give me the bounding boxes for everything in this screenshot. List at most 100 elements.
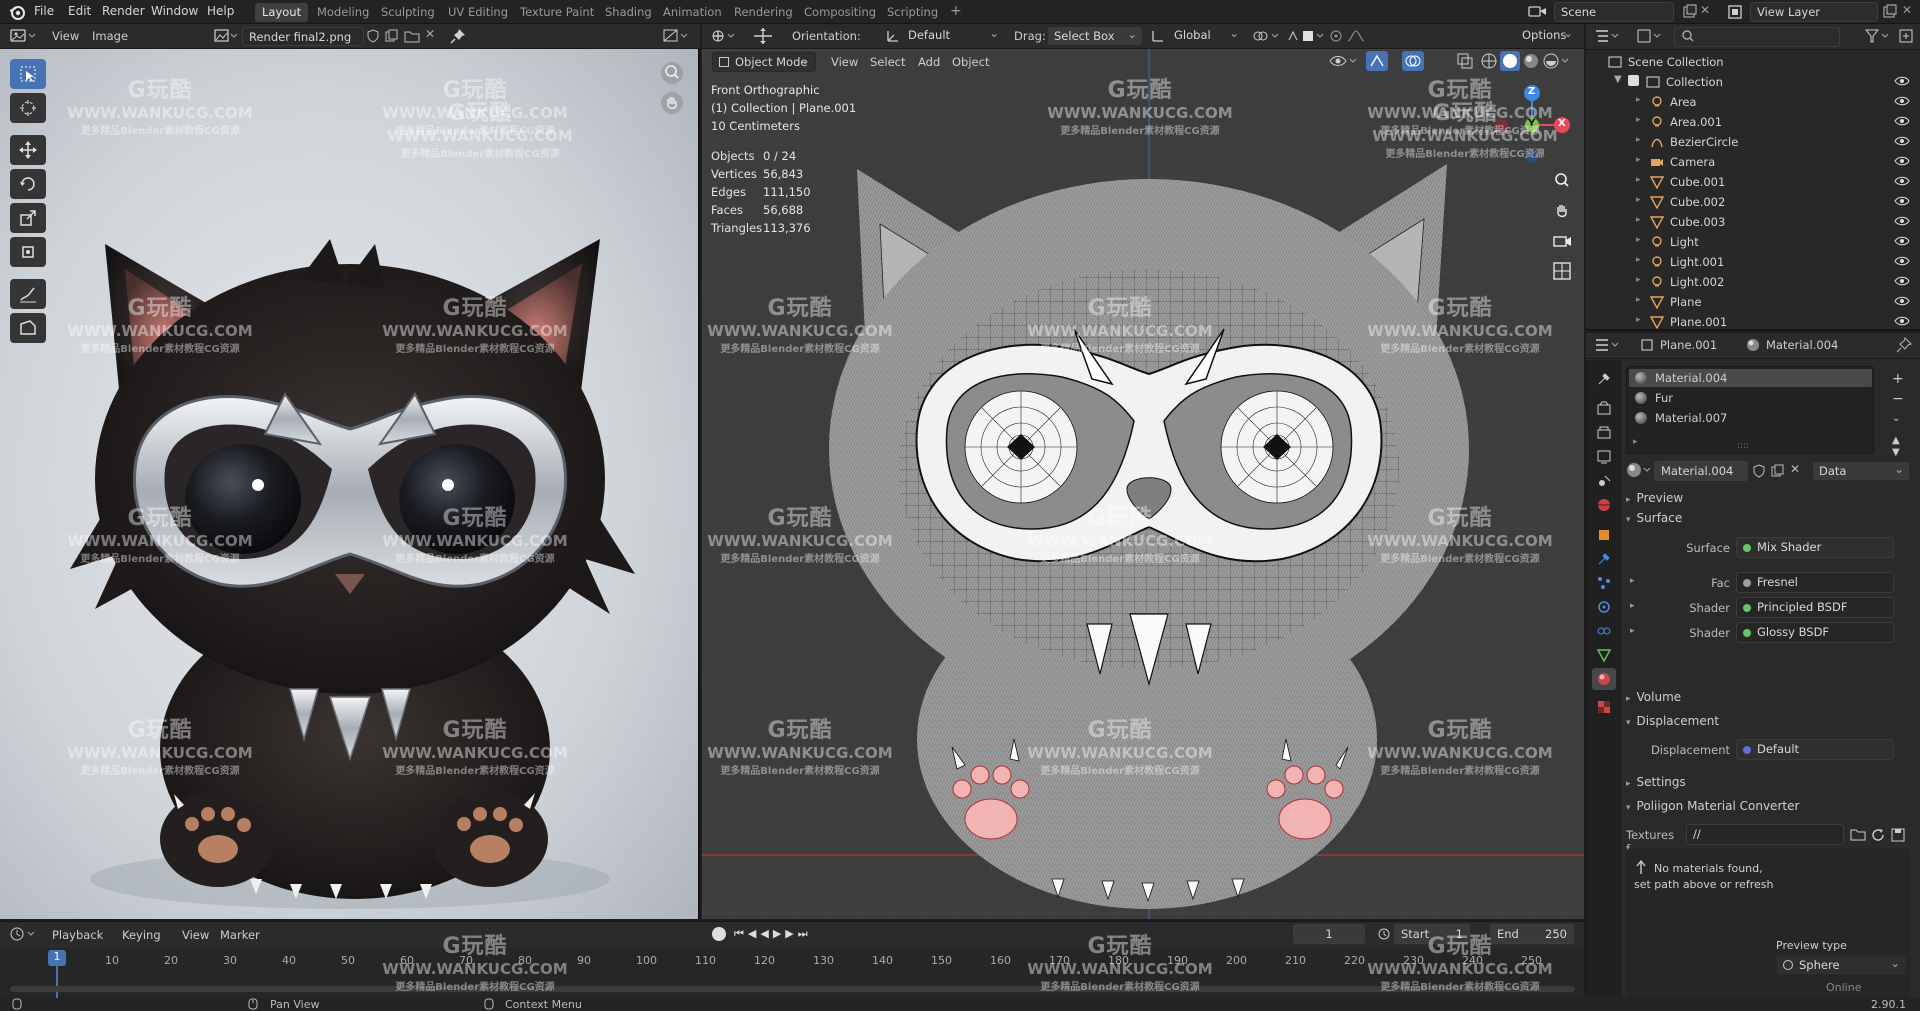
menu-edit[interactable]: Edit — [68, 4, 91, 18]
tab-texture-paint[interactable]: Texture Paint — [513, 3, 601, 22]
xray-icon[interactable] — [1456, 52, 1474, 70]
object-mode-dropdown[interactable]: Object Mode — [712, 52, 816, 72]
timeline-menu-keying[interactable]: Keying — [122, 928, 161, 942]
duplicate-material-icon[interactable] — [1770, 464, 1784, 478]
sample-tool[interactable] — [10, 313, 46, 343]
visibility-icon[interactable] — [1328, 52, 1358, 70]
timeline-menu-view[interactable]: View — [182, 928, 209, 942]
outliner-scene-collection[interactable]: Scene Collection — [1586, 52, 1920, 72]
new-scene-icon[interactable] — [1682, 4, 1698, 20]
tab-shading[interactable]: Shading — [598, 3, 659, 22]
save-list-icon[interactable] — [1890, 827, 1906, 843]
move-tool[interactable] — [10, 135, 46, 165]
snap-icon[interactable] — [1286, 28, 1326, 44]
material-browse-icon[interactable] — [1626, 461, 1652, 479]
editor-type-icon[interactable] — [10, 28, 36, 44]
world-tab-icon[interactable] — [1592, 494, 1616, 516]
eye-icon[interactable] — [1894, 274, 1910, 288]
expand-arrow-icon[interactable]: ▸ — [1636, 295, 1641, 305]
expand-arrow-icon[interactable]: ▸ — [1636, 235, 1641, 245]
start-frame-field[interactable]: Start 1 — [1394, 924, 1470, 944]
material-name-field[interactable]: Material.004 — [1654, 461, 1748, 481]
unlink-image-icon[interactable]: ✕ — [425, 27, 435, 41]
constraints-tab-icon[interactable] — [1592, 620, 1616, 642]
tab-rendering[interactable]: Rendering — [727, 3, 800, 22]
eye-icon[interactable] — [1894, 94, 1910, 108]
delete-scene-icon[interactable]: ✕ — [1700, 3, 1710, 17]
outliner-item[interactable]: ▸ Plane.001 — [1586, 312, 1920, 332]
modifiers-tab-icon[interactable] — [1592, 548, 1616, 570]
scene-field[interactable]: Scene — [1554, 2, 1674, 22]
properties-editor-type-icon[interactable] — [1594, 337, 1622, 353]
tab-animation[interactable]: Animation — [656, 3, 729, 22]
material-slot[interactable]: Material.004 — [1635, 371, 1727, 385]
expand-arrow-icon[interactable]: ▸ — [1636, 135, 1641, 145]
settings-section[interactable]: ▸ Settings — [1626, 775, 1686, 789]
eye-icon[interactable] — [1894, 254, 1910, 268]
expand-arrow-icon[interactable]: ▸ — [1636, 275, 1641, 285]
pan-hand-icon[interactable] — [660, 91, 684, 115]
image-menu-view[interactable]: View — [52, 29, 79, 43]
outliner-item[interactable]: ▸ Light — [1586, 232, 1920, 252]
eye-icon[interactable] — [1894, 214, 1910, 228]
material-shading-icon[interactable] — [1522, 52, 1540, 70]
camera-view-icon[interactable] — [1550, 229, 1574, 253]
timeline-editor-type-icon[interactable] — [10, 926, 38, 942]
add-slot-button[interactable]: + — [1892, 371, 1904, 387]
eye-icon[interactable] — [1894, 194, 1910, 208]
transform-pivot-icon[interactable] — [752, 27, 774, 45]
solid-shading-icon[interactable] — [1500, 51, 1520, 71]
view-layer-tab-icon[interactable] — [1592, 446, 1616, 468]
transform-space-dropdown[interactable]: Global — [1168, 26, 1244, 46]
render-tab-icon[interactable] — [1592, 398, 1616, 420]
filter-icon[interactable] — [1864, 28, 1892, 44]
shader2-field[interactable]: Glossy BSDF — [1736, 622, 1894, 643]
menu-help[interactable]: Help — [207, 4, 234, 18]
material-slot[interactable]: Material.007 — [1635, 411, 1727, 425]
texture-tab-icon[interactable] — [1592, 696, 1616, 718]
browse-folder-icon[interactable] — [1850, 827, 1866, 841]
volume-section[interactable]: ▸ Volume — [1626, 690, 1681, 704]
list-filter-arrow[interactable]: ▸ — [1633, 437, 1638, 447]
eye-icon[interactable] — [1894, 174, 1910, 188]
tab-layout[interactable]: Layout — [255, 3, 309, 22]
orientation-dropdown[interactable]: Default — [902, 26, 1004, 46]
image-menu-image[interactable]: Image — [92, 29, 128, 43]
outliner-item[interactable]: ▸ Cube.001 — [1586, 172, 1920, 192]
textures-path-input[interactable]: // — [1686, 824, 1844, 845]
viewport-menu-select[interactable]: Select — [870, 55, 905, 69]
outliner-search-input[interactable] — [1674, 27, 1840, 47]
data-tab-icon[interactable] — [1592, 644, 1616, 666]
displacement-section[interactable]: ▾ Displacement — [1626, 714, 1719, 728]
outliner-item[interactable]: ▸ Area — [1586, 92, 1920, 112]
viewport-editor-type-icon[interactable] — [710, 28, 738, 44]
expand-arrow-icon[interactable]: ▸ — [1636, 215, 1641, 225]
annotate-tool[interactable] — [10, 279, 46, 309]
expand-arrow-icon[interactable]: ▸ — [1636, 255, 1641, 265]
outliner-item[interactable]: ▸ Cube.002 — [1586, 192, 1920, 212]
expand-arrow-icon[interactable]: ▸ — [1636, 95, 1641, 105]
outliner-item[interactable]: ▸ Camera — [1586, 152, 1920, 172]
collection-checkbox[interactable] — [1628, 75, 1639, 86]
viewport-menu-add[interactable]: Add — [918, 55, 940, 69]
viewport-menu-view[interactable]: View — [831, 55, 858, 69]
object-tab-icon[interactable] — [1592, 524, 1616, 546]
eye-icon[interactable] — [1894, 294, 1910, 308]
displacement-field[interactable]: Default — [1736, 739, 1894, 760]
list-resize-handle[interactable]: :::: — [1737, 441, 1749, 451]
wireframe-shading-icon[interactable] — [1480, 52, 1498, 70]
overlays-toggle-icon[interactable] — [1402, 51, 1424, 71]
outliner-editor-type-icon[interactable] — [1594, 28, 1622, 44]
preview-section[interactable]: ▸ Preview — [1626, 491, 1683, 505]
remove-slot-button[interactable]: − — [1892, 391, 1904, 407]
delete-view-layer-icon[interactable]: ✕ — [1902, 3, 1912, 17]
preview-type-dropdown[interactable]: Sphere — [1776, 955, 1906, 975]
proportional-edit-icon[interactable] — [1330, 28, 1374, 44]
drag-dropdown[interactable]: Select Box — [1047, 26, 1143, 46]
material-tab-icon[interactable] — [1592, 668, 1616, 690]
3d-viewport[interactable]: Object Mode View Select Add Object Front… — [702, 49, 1584, 919]
expand-arrow-icon[interactable]: ▸ — [1636, 195, 1641, 205]
image-editor-canvas[interactable] — [0, 49, 700, 919]
eye-icon[interactable] — [1894, 234, 1910, 248]
pin-icon[interactable] — [450, 28, 466, 44]
